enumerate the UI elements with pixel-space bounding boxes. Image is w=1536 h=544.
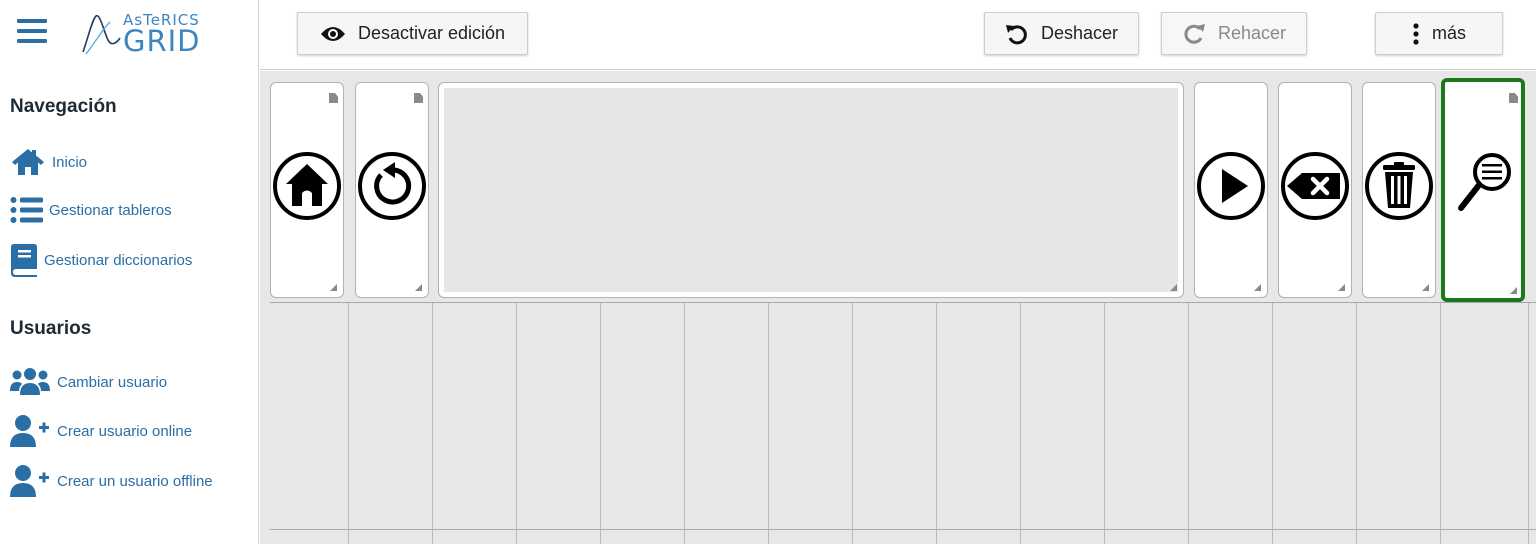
document-icon <box>1509 93 1518 103</box>
collected-text-area[interactable] <box>444 88 1178 292</box>
sidebar-item-label: Crear usuario online <box>57 422 193 440</box>
resize-handle[interactable] <box>1422 284 1429 291</box>
top-toolbar: Desactivar edición Deshacer Rehacer más <box>260 0 1536 70</box>
grid-row-separator <box>270 302 1536 303</box>
grid-column-line <box>936 303 937 544</box>
users-icon <box>10 367 50 397</box>
grid-cell-speak[interactable] <box>1194 82 1268 298</box>
list-icon <box>10 195 44 225</box>
sidebar-item-create-online-user[interactable]: Crear usuario online <box>10 414 192 448</box>
grid-cell-backspace[interactable] <box>1278 82 1352 298</box>
grid-column-line <box>852 303 853 544</box>
users-section-title: Usuarios <box>10 318 92 339</box>
grid-column-line <box>600 303 601 544</box>
grid-cell-text-collect[interactable] <box>438 82 1184 298</box>
undo-icon <box>1005 23 1029 45</box>
document-icon <box>329 93 338 103</box>
sidebar-item-manage-dictionaries[interactable]: Gestionar diccionarios <box>10 243 192 277</box>
resize-handle[interactable] <box>1510 287 1517 294</box>
eye-icon <box>320 25 346 43</box>
grid-column-line <box>684 303 685 544</box>
grid-cell-home[interactable] <box>270 82 344 298</box>
grid-column-line <box>1356 303 1357 544</box>
user-plus-icon <box>10 464 50 498</box>
grid-column-line <box>1188 303 1189 544</box>
vertical-dots-icon <box>1412 22 1420 45</box>
undo-circle-icon <box>356 151 428 221</box>
sidebar-item-label: Gestionar tableros <box>49 201 172 219</box>
grid-row-separator <box>270 529 1536 530</box>
grid-column-line <box>348 303 349 544</box>
play-circle-icon <box>1195 151 1267 221</box>
undo-label: Deshacer <box>1040 23 1119 43</box>
grid-column-line <box>432 303 433 544</box>
grid-column-line <box>516 303 517 544</box>
grid-editor-area[interactable] <box>260 71 1536 544</box>
grid-column-line <box>1440 303 1441 544</box>
grid-column-line <box>1104 303 1105 544</box>
sidebar-item-label: Inicio <box>52 153 88 171</box>
toggle-edit-mode-label: Desactivar edición <box>357 23 506 43</box>
grid-cell-search-selected[interactable] <box>1441 78 1525 302</box>
document-icon <box>414 93 423 103</box>
grid-column-line <box>768 303 769 544</box>
undo-button[interactable]: Deshacer <box>984 12 1139 55</box>
sidebar-item-label: Gestionar diccionarios <box>44 251 193 269</box>
resize-handle[interactable] <box>1254 284 1261 291</box>
sidebar-item-label: Cambiar usuario <box>57 373 168 391</box>
grid-cell-back[interactable] <box>355 82 429 298</box>
sidebar-item-create-offline-user[interactable]: Crear un usuario offline <box>10 464 213 498</box>
sidebar-item-label: Crear un usuario offline <box>57 472 213 490</box>
home-icon <box>10 147 46 177</box>
logo-text-bottom: GRID <box>123 24 201 58</box>
resize-handle[interactable] <box>330 284 337 291</box>
redo-label: Rehacer <box>1217 23 1287 43</box>
sidebar-item-home[interactable]: Inicio <box>10 145 87 179</box>
toggle-edit-mode-button[interactable]: Desactivar edición <box>297 12 528 55</box>
user-plus-icon <box>10 414 50 448</box>
navigation-section-title: Navegación <box>10 96 117 117</box>
magnifier-lines-icon <box>1445 150 1521 220</box>
grid-column-line <box>1272 303 1273 544</box>
redo-button[interactable]: Rehacer <box>1161 12 1307 55</box>
sidebar-item-manage-grids[interactable]: Gestionar tableros <box>10 193 172 227</box>
grid-column-line <box>1528 303 1529 544</box>
resize-handle[interactable] <box>1170 284 1177 291</box>
more-button[interactable]: más <box>1375 12 1503 55</box>
sidebar: AsTeRICS GRID Navegación Inicio Gestiona… <box>0 0 259 544</box>
grid-column-line <box>1020 303 1021 544</box>
resize-handle[interactable] <box>415 284 422 291</box>
resize-handle[interactable] <box>1338 284 1345 291</box>
app-logo[interactable]: AsTeRICS GRID <box>80 10 210 60</box>
backspace-circle-icon <box>1279 151 1351 221</box>
book-icon <box>10 243 38 277</box>
redo-icon <box>1182 23 1206 45</box>
hamburger-menu-icon[interactable] <box>17 19 47 45</box>
logo-mark-icon <box>82 15 121 55</box>
grid-cell-clear[interactable] <box>1362 82 1436 298</box>
sidebar-item-switch-user[interactable]: Cambiar usuario <box>10 365 167 399</box>
trash-circle-icon <box>1363 151 1435 221</box>
more-label: más <box>1431 23 1466 43</box>
home-circle-icon <box>271 151 343 221</box>
